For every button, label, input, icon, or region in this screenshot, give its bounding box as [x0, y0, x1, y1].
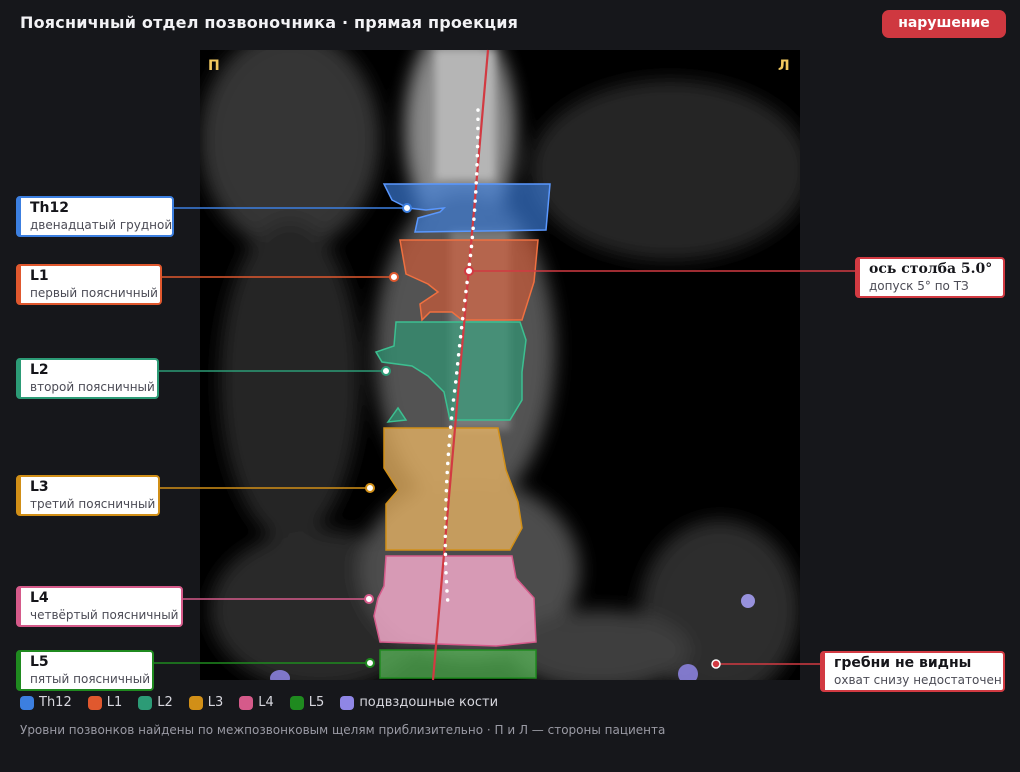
- legend-item-th12: Th12: [20, 695, 72, 710]
- anchor-l2: [381, 366, 391, 376]
- legend-label: L5: [308, 695, 325, 710]
- legend-item-l2: L2: [138, 695, 173, 710]
- label-l1-name: первый поясничный: [30, 286, 158, 300]
- label-l2-id: L2: [30, 362, 49, 378]
- label-l4: L4 четвёртый поясничный: [16, 586, 183, 627]
- legend-swatch: [289, 695, 304, 710]
- iliac-callout: гребни не видны охват снизу недостаточен: [820, 651, 1005, 692]
- anchor-l3: [365, 483, 375, 493]
- anchor-l4: [364, 594, 374, 604]
- legend-item-l1: L1: [87, 695, 123, 710]
- label-l3: L3 третий поясничный: [16, 475, 160, 516]
- anchor-th12: [402, 203, 412, 213]
- anchor-l1: [389, 272, 399, 282]
- label-l5: L5 пятый поясничный: [16, 650, 154, 691]
- legend-swatch: [188, 695, 203, 710]
- label-l3-id: L3: [30, 479, 49, 495]
- iliac-callout-title: гребни не видны: [834, 655, 972, 671]
- label-th12-id: Th12: [30, 200, 69, 216]
- legend-label: Th12: [39, 695, 72, 710]
- legend-swatch: [239, 695, 254, 710]
- legend-label: L2: [157, 695, 173, 710]
- anchor-iliac: [711, 659, 721, 669]
- legend-label: L1: [106, 695, 123, 710]
- label-l5-name: пятый поясничный: [30, 672, 150, 686]
- axis-callout: ось столба 5.0° допуск 5° по ТЗ: [855, 257, 1005, 298]
- label-l3-name: третий поясничный: [30, 497, 156, 511]
- legend-swatch: [138, 695, 153, 710]
- label-l2: L2 второй поясничный: [16, 358, 159, 399]
- iliac-callout-subtitle: охват снизу недостаточен: [834, 673, 1002, 687]
- axis-callout-subtitle: допуск 5° по ТЗ: [869, 279, 969, 293]
- legend-item-l3: L3: [188, 695, 224, 710]
- label-th12: Th12 двенадцатый грудной: [16, 196, 174, 237]
- legend-swatch: [340, 695, 355, 710]
- spinal-axis-line: [431, 49, 490, 681]
- anchor-axis: [464, 266, 474, 276]
- legend-swatch: [20, 695, 34, 710]
- label-l4-id: L4: [30, 590, 49, 606]
- label-l4-name: четвёртый поясничный: [30, 608, 179, 622]
- label-l2-name: второй поясничный: [30, 380, 155, 394]
- anchor-l5: [365, 658, 375, 668]
- legend-item-iliac: подвздошные кости: [340, 695, 498, 710]
- legend-label: подвздошные кости: [359, 695, 499, 710]
- legend-label: L3: [207, 695, 224, 710]
- label-l1-id: L1: [30, 268, 49, 284]
- legend: Th12 L1 L2 L3 L4 L5 подвздошные кости: [20, 695, 498, 710]
- legend-label: L4: [258, 695, 274, 710]
- legend-item-l4: L4: [239, 695, 274, 710]
- legend-item-l5: L5: [289, 695, 325, 710]
- label-l5-id: L5: [30, 654, 49, 670]
- footnote: Уровни позвонков найдены по межпозвонков…: [20, 723, 666, 737]
- label-l1: L1 первый поясничный: [16, 264, 162, 305]
- label-th12-name: двенадцатый грудной: [30, 218, 173, 232]
- axis-callout-title: ось столба 5.0°: [869, 261, 993, 277]
- legend-swatch: [87, 695, 102, 710]
